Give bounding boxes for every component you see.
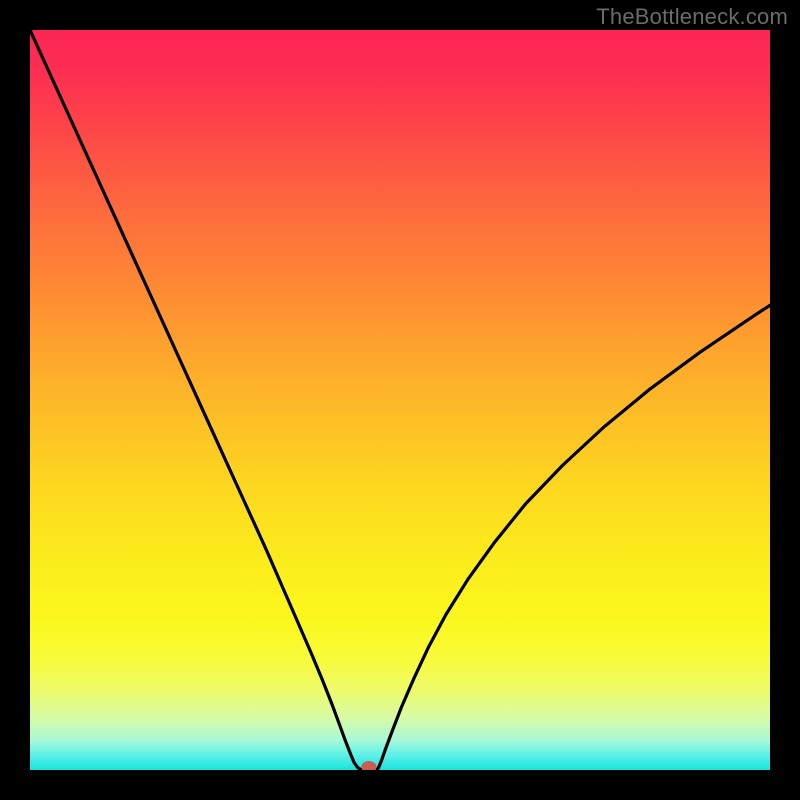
curve-svg <box>30 30 770 770</box>
bottleneck-curve <box>30 30 770 770</box>
optimum-marker <box>361 761 376 770</box>
chart-frame: TheBottleneck.com <box>0 0 800 800</box>
plot-area <box>30 30 770 770</box>
watermark-text: TheBottleneck.com <box>596 4 788 30</box>
